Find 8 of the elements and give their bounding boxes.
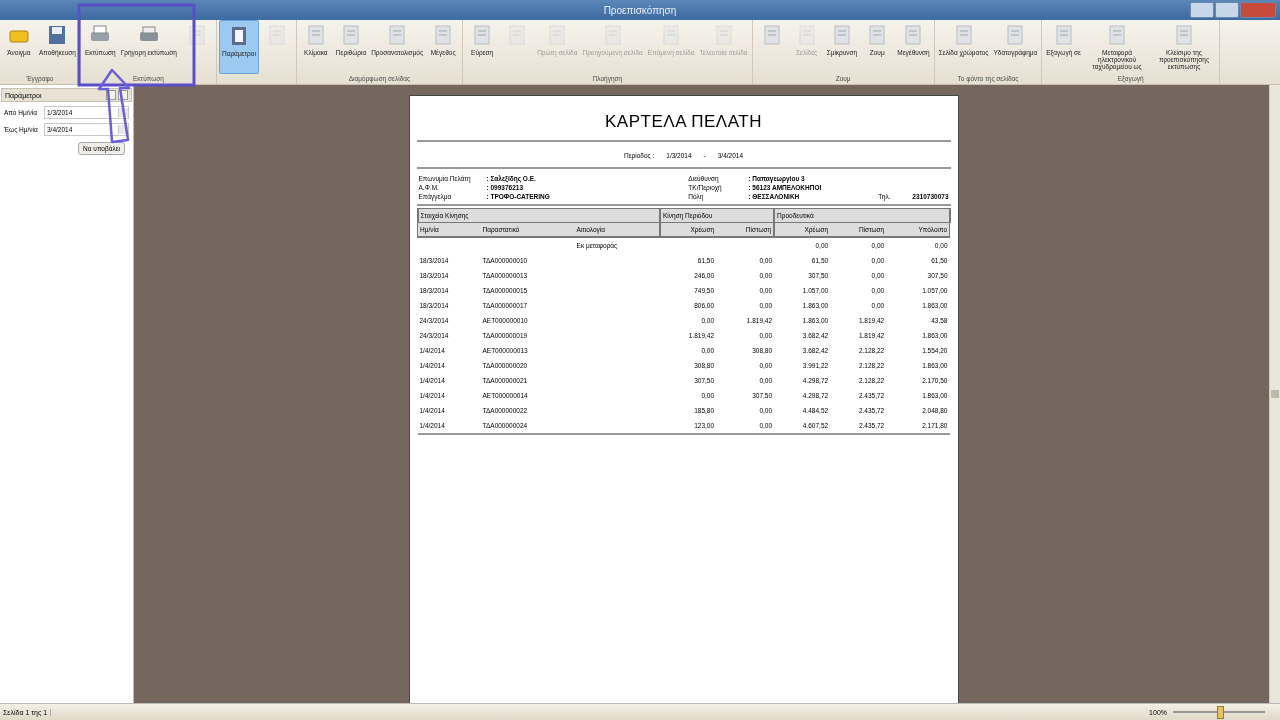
slider-thumb[interactable]: [1217, 705, 1224, 719]
window-title: Προεπισκόπηση: [603, 4, 677, 16]
scrollbar[interactable]: [1269, 85, 1280, 703]
pin-button[interactable]: [106, 90, 116, 100]
maximize-button[interactable]: [1215, 2, 1239, 18]
report-title: ΚΑΡΤΕΛΑ ΠΕΛΑΤΗ: [605, 112, 762, 132]
close-button[interactable]: [118, 90, 128, 100]
minimize-button[interactable]: [1190, 2, 1214, 18]
